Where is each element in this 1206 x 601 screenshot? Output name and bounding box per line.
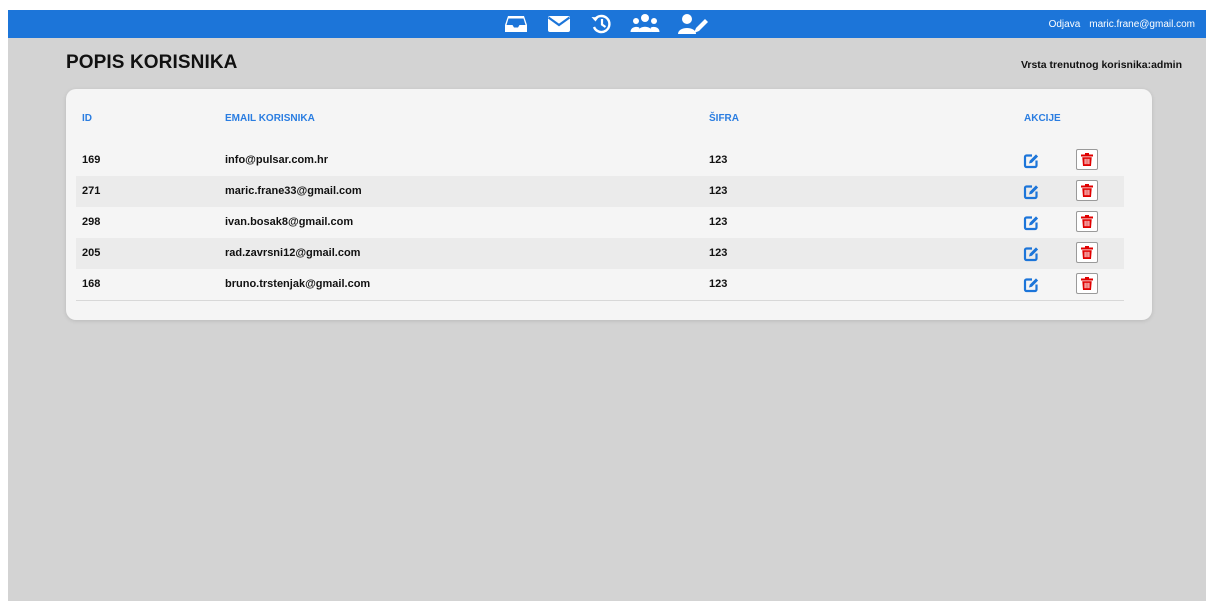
user-id-cell: 205 xyxy=(82,247,101,259)
trash-icon xyxy=(1081,246,1093,259)
mail-icon[interactable] xyxy=(544,10,574,38)
user-id-cell: 168 xyxy=(82,278,101,290)
user-id-cell: 298 xyxy=(82,216,101,228)
user-id-cell: 271 xyxy=(82,185,101,197)
user-email-cell: bruno.trstenjak@gmail.com xyxy=(225,278,371,290)
trash-icon xyxy=(1081,277,1093,290)
top-navbar: Odjava maric.frane@gmail.com xyxy=(8,10,1206,38)
user-password-cell: 123 xyxy=(709,185,728,197)
edit-button[interactable] xyxy=(1023,215,1039,231)
edit-button[interactable] xyxy=(1023,246,1039,262)
user-email-cell: maric.frane33@gmail.com xyxy=(225,185,362,197)
user-password-cell: 123 xyxy=(709,154,728,166)
users-icon[interactable] xyxy=(628,10,662,38)
page-title: POPIS KORISNIKA xyxy=(66,52,238,73)
edit-icon xyxy=(1023,278,1039,293)
edit-icon xyxy=(1023,247,1039,262)
user-edit-icon[interactable] xyxy=(675,10,711,38)
trash-icon xyxy=(1081,184,1093,197)
users-table-card: ID EMAIL KORISNIKA ŠIFRA AKCIJE 169 info… xyxy=(66,89,1152,320)
table-row: 168 bruno.trstenjak@gmail.com 123 xyxy=(76,269,1124,301)
user-password-cell: 123 xyxy=(709,216,728,228)
delete-button[interactable] xyxy=(1076,149,1098,170)
edit-button[interactable] xyxy=(1023,184,1039,200)
edit-icon xyxy=(1023,154,1039,169)
edit-button[interactable] xyxy=(1023,153,1039,169)
user-password-cell: 123 xyxy=(709,247,728,259)
table-row: 298 ivan.bosak8@gmail.com 123 xyxy=(76,207,1124,238)
delete-button[interactable] xyxy=(1076,211,1098,232)
edit-icon xyxy=(1023,185,1039,200)
inbox-icon[interactable] xyxy=(501,10,531,38)
user-email-cell: ivan.bosak8@gmail.com xyxy=(225,216,354,228)
trash-icon xyxy=(1081,153,1093,166)
user-role-info: Vrsta trenutnog korisnika:admin xyxy=(1020,59,1182,71)
user-password-cell: 123 xyxy=(709,278,728,290)
user-email-cell: rad.zavrsni12@gmail.com xyxy=(225,247,361,259)
table-row: 205 rad.zavrsni12@gmail.com 123 xyxy=(76,238,1124,269)
column-header-password: ŠIFRA xyxy=(709,113,739,124)
current-user-email[interactable]: maric.frane@gmail.com xyxy=(1089,19,1195,30)
delete-button[interactable] xyxy=(1076,273,1098,294)
user-id-cell: 169 xyxy=(82,154,101,166)
column-header-id: ID xyxy=(82,113,92,124)
edit-icon xyxy=(1023,216,1039,231)
trash-icon xyxy=(1081,215,1093,228)
app-root: Odjava maric.frane@gmail.com POPIS KORIS… xyxy=(8,10,1206,601)
user-area: Odjava maric.frane@gmail.com xyxy=(1049,10,1195,38)
table-row: 169 info@pulsar.com.hr 123 xyxy=(76,145,1124,176)
column-header-email: EMAIL KORISNIKA xyxy=(225,113,315,124)
column-header-actions: AKCIJE xyxy=(1024,113,1061,124)
user-email-cell: info@pulsar.com.hr xyxy=(225,154,329,166)
delete-button[interactable] xyxy=(1076,180,1098,201)
delete-button[interactable] xyxy=(1076,242,1098,263)
edit-button[interactable] xyxy=(1023,277,1039,293)
table-row: 271 maric.frane33@gmail.com 123 xyxy=(76,176,1124,207)
history-icon[interactable] xyxy=(586,10,616,38)
logout-link[interactable]: Odjava xyxy=(1049,19,1081,30)
